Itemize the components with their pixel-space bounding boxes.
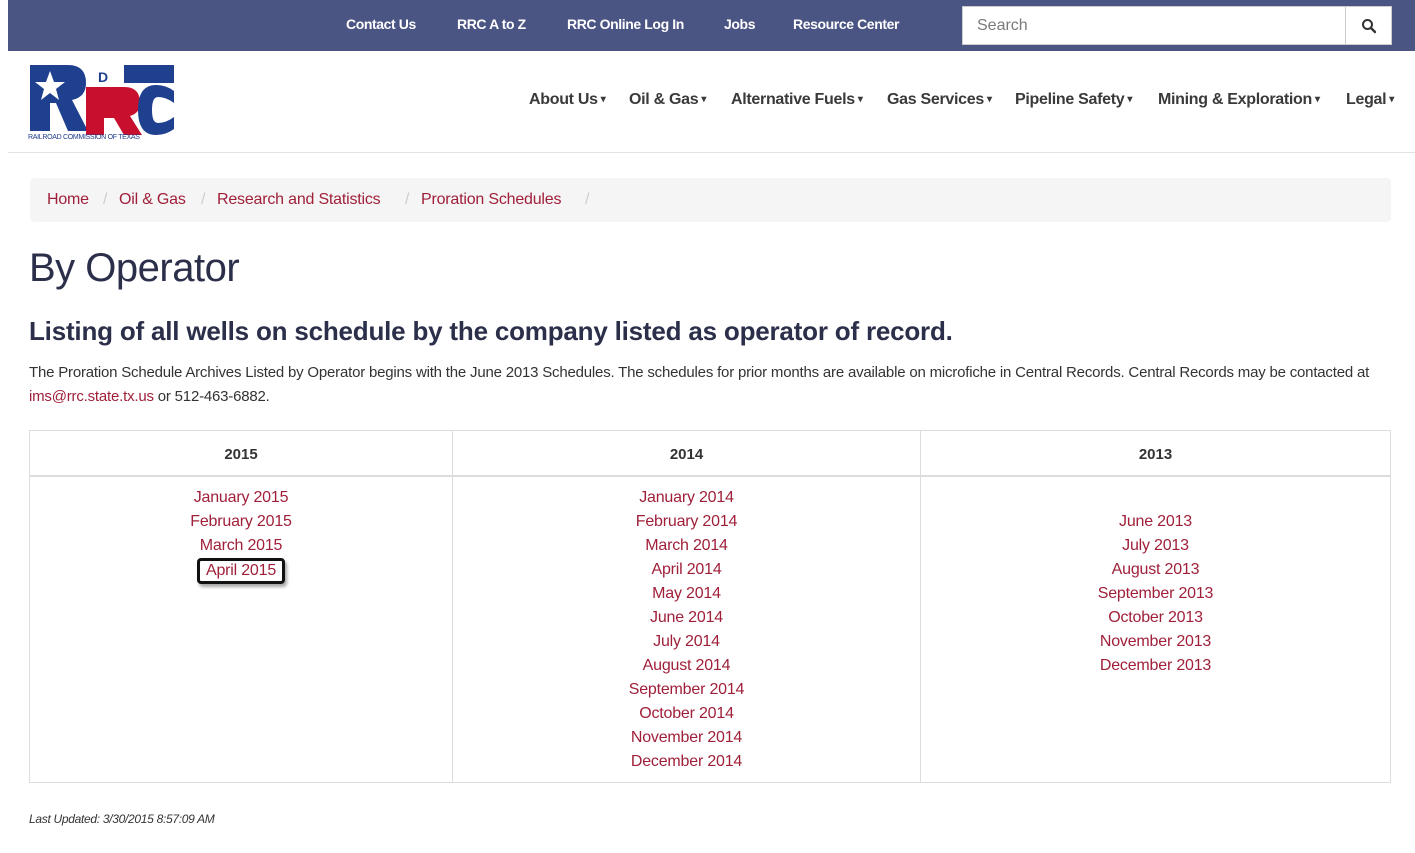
month-link[interactable]: October 2013: [921, 606, 1390, 630]
search-button[interactable]: [1346, 6, 1392, 45]
nav-label: About Us: [529, 91, 598, 108]
chevron-down-icon: ▾: [986, 94, 992, 105]
search-icon: [1361, 18, 1376, 33]
month-link[interactable]: November 2013: [921, 630, 1390, 654]
svg-text:D: D: [98, 69, 108, 85]
month-link[interactable]: August 2014: [453, 654, 920, 678]
month-list: June 2013 July 2013 August 2013 Septembe…: [921, 510, 1390, 678]
month-link[interactable]: February 2015: [30, 510, 452, 534]
month-link[interactable]: December 2013: [921, 654, 1390, 678]
nav-pipeline-safety[interactable]: Pipeline Safety ▾: [1015, 91, 1132, 109]
month-link[interactable]: May 2014: [453, 582, 920, 606]
month-list: January 2015 February 2015 March 2015 Ap…: [30, 486, 452, 584]
nav-gas-services[interactable]: Gas Services ▾: [887, 91, 992, 109]
main-nav: About Us ▾ Oil & Gas ▾ Alternative Fuels ▾ …: [8, 91, 1415, 111]
chevron-down-icon: ▾: [701, 94, 707, 105]
search-form: [962, 6, 1392, 45]
breadcrumb-oil-gas[interactable]: Oil & Gas: [119, 191, 186, 209]
nav-label: Alternative Fuels: [731, 91, 855, 108]
breadcrumb-separator: /: [585, 191, 590, 208]
chevron-down-icon: ▾: [1127, 94, 1133, 105]
chevron-down-icon: ▾: [600, 94, 606, 105]
year-column-2013: 2013 June 2013 July 2013 August 2013 Sep…: [920, 431, 1390, 782]
breadcrumb-proration-schedules[interactable]: Proration Schedules: [421, 191, 561, 209]
utility-bar: Contact Us RRC A to Z RRC Online Log In …: [8, 0, 1415, 51]
email-link[interactable]: ims@rrc.state.tx.us: [29, 388, 154, 405]
month-list: January 2014 February 2014 March 2014 Ap…: [453, 486, 920, 774]
month-link-highlighted[interactable]: April 2015: [196, 558, 286, 584]
month-link[interactable]: October 2014: [453, 702, 920, 726]
page-title: By Operator: [29, 246, 240, 290]
month-link[interactable]: July 2014: [453, 630, 920, 654]
schedule-table: 2015 January 2015 February 2015 March 20…: [29, 430, 1391, 783]
resource-center-link[interactable]: Resource Center: [793, 16, 899, 32]
month-link[interactable]: June 2013: [921, 510, 1390, 534]
month-link[interactable]: September 2014: [453, 678, 920, 702]
last-updated: Last Updated: 3/30/2015 8:57:09 AM: [29, 812, 215, 826]
year-column-2014: 2014 January 2014 February 2014 March 20…: [452, 431, 920, 782]
chevron-down-icon: ▾: [1389, 94, 1395, 105]
month-link[interactable]: August 2013: [921, 558, 1390, 582]
breadcrumb-separator: /: [405, 191, 410, 208]
breadcrumb-separator: /: [103, 191, 108, 208]
month-link[interactable]: March 2015: [30, 534, 452, 558]
highlighted-month-wrapper: April 2015: [30, 558, 452, 584]
year-header: 2014: [453, 431, 920, 477]
logo-caption: RAILROAD COMMISSION OF TEXAS: [28, 134, 140, 141]
year-header: 2015: [30, 431, 452, 477]
site-header: D RAILROAD COMMISSION OF TEXAS About Us ▾…: [8, 51, 1415, 153]
nav-about-us[interactable]: About Us ▾: [529, 91, 606, 109]
nav-label: Mining & Exploration: [1158, 91, 1312, 108]
rrc-online-login-link[interactable]: RRC Online Log In: [567, 16, 684, 32]
nav-label: Oil & Gas: [629, 91, 699, 108]
nav-oil-gas[interactable]: Oil & Gas ▾: [629, 91, 706, 109]
month-link[interactable]: January 2014: [453, 486, 920, 510]
month-link[interactable]: September 2013: [921, 582, 1390, 606]
year-column-2015: 2015 January 2015 February 2015 March 20…: [30, 431, 452, 782]
page-subtitle: Listing of all wells on schedule by the …: [29, 316, 953, 346]
nav-label: Gas Services: [887, 91, 984, 108]
nav-alternative-fuels[interactable]: Alternative Fuels ▾: [731, 91, 863, 109]
month-link[interactable]: March 2014: [453, 534, 920, 558]
chevron-down-icon: ▾: [1315, 94, 1320, 105]
jobs-link[interactable]: Jobs: [724, 16, 755, 32]
month-link[interactable]: February 2014: [453, 510, 920, 534]
breadcrumb-research-statistics[interactable]: Research and Statistics: [217, 191, 381, 209]
description-text: The Proration Schedule Archives Listed b…: [29, 364, 1370, 381]
month-link[interactable]: January 2015: [30, 486, 452, 510]
nav-legal[interactable]: Legal ▾: [1346, 91, 1394, 109]
year-header: 2013: [921, 431, 1390, 477]
month-link[interactable]: June 2014: [453, 606, 920, 630]
page-description: The Proration Schedule Archives Listed b…: [29, 361, 1394, 409]
month-link[interactable]: November 2014: [453, 726, 920, 750]
chevron-down-icon: ▾: [857, 94, 863, 105]
nav-label: Pipeline Safety: [1015, 91, 1125, 108]
rrc-a-to-z-link[interactable]: RRC A to Z: [457, 16, 526, 32]
description-phone: or 512-463-6882.: [153, 388, 270, 405]
contact-us-link[interactable]: Contact Us: [346, 16, 416, 32]
month-link[interactable]: December 2014: [453, 750, 920, 774]
breadcrumb: Home / Oil & Gas / Research and Statisti…: [30, 178, 1391, 222]
breadcrumb-home[interactable]: Home: [47, 191, 89, 209]
nav-label: Legal: [1346, 91, 1387, 108]
month-link[interactable]: April 2014: [453, 558, 920, 582]
nav-mining-exploration[interactable]: Mining & Exploration ▾: [1158, 91, 1320, 109]
search-input[interactable]: [962, 6, 1346, 45]
breadcrumb-separator: /: [201, 191, 206, 208]
month-link[interactable]: July 2013: [921, 534, 1390, 558]
